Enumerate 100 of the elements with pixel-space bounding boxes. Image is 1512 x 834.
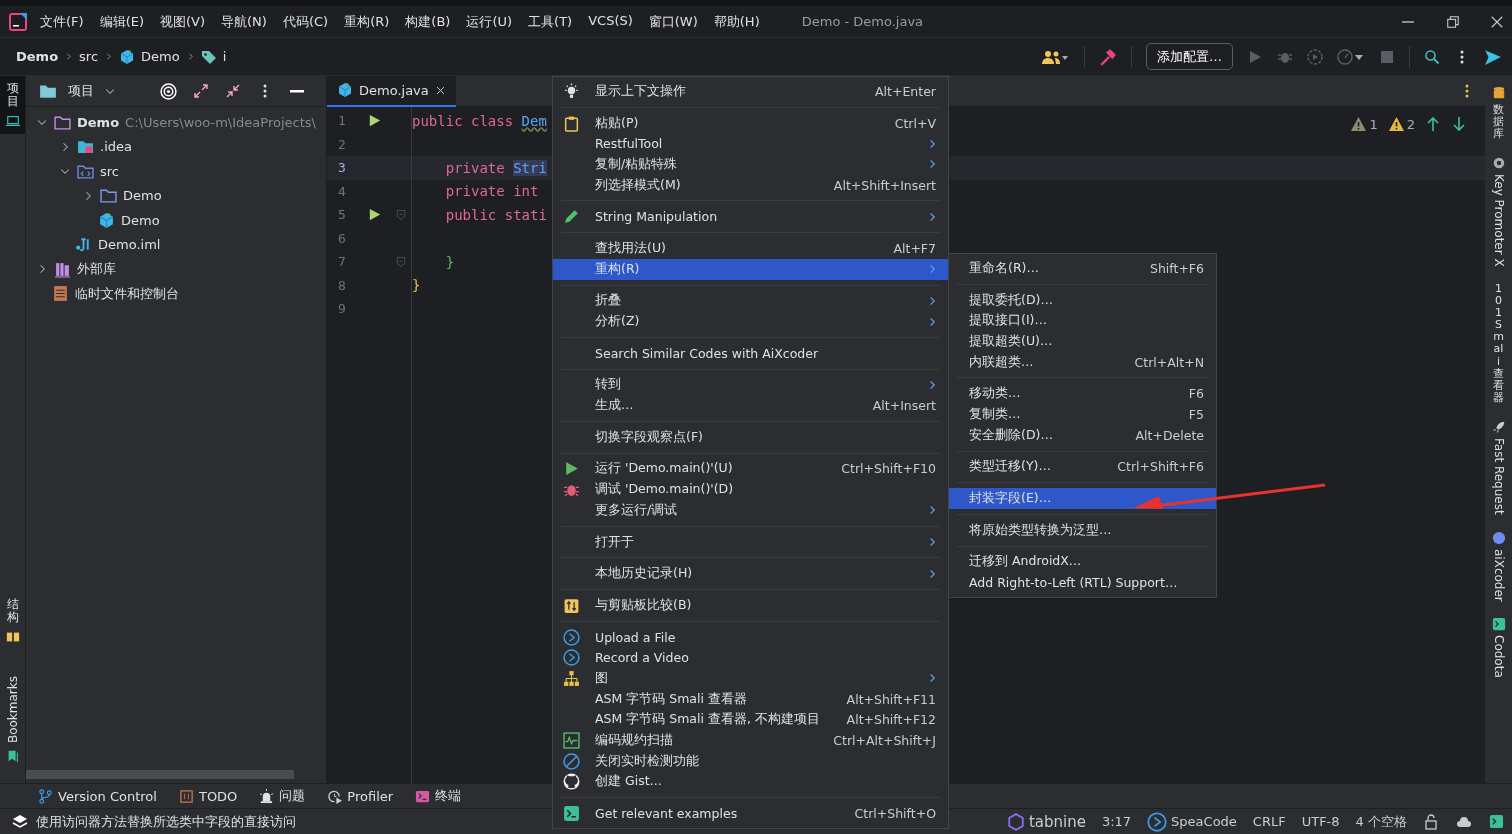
menu-item[interactable]: 关闭实时检测功能	[553, 750, 948, 772]
tree-item[interactable]: Demo	[26, 208, 326, 233]
menu-item[interactable]: 复制类… F5	[949, 404, 1216, 425]
menu-item[interactable]: Upload a File	[553, 626, 948, 648]
menu-item[interactable]: 分析(Z)	[553, 311, 948, 332]
menu-item[interactable]: 图	[553, 668, 948, 689]
menu-item[interactable]: 类型迁移(Y)… Ctrl+Shift+F6	[949, 456, 1216, 478]
menu-item[interactable]: 封装字段(E)…	[949, 488, 1216, 509]
tool-window-button[interactable]: Profiler	[327, 788, 394, 804]
menu-item[interactable]: 帮助(H)	[711, 10, 762, 33]
menu-item[interactable]: VCS(S)	[586, 10, 635, 33]
menu-item[interactable]: 本地历史记录(H)	[553, 563, 948, 585]
menu-item[interactable]: 构建(B)	[403, 10, 453, 33]
menu-item[interactable]: 创建 Gist…	[553, 771, 948, 793]
menu-item[interactable]: 工具(T)	[526, 10, 575, 33]
tool-window-button[interactable]: 终端	[415, 787, 462, 805]
menu-item[interactable]: 转到	[553, 374, 948, 396]
menu-item[interactable]: 导航(N)	[219, 10, 269, 33]
hammer-icon[interactable]	[1099, 47, 1117, 66]
tree-item[interactable]: Demo.iml	[26, 232, 326, 257]
app-logo-icon[interactable]	[8, 11, 28, 32]
close-icon[interactable]	[434, 84, 446, 96]
tool-window-tab[interactable]: Fast Request	[1491, 419, 1506, 515]
expand-icon[interactable]	[193, 83, 209, 99]
tree-item[interactable]: .idea	[26, 134, 326, 159]
panel-title[interactable]: 项目	[68, 82, 94, 100]
menu-item[interactable]: 移动类… F6	[949, 383, 1216, 405]
menu-item[interactable]: 迁移到 AndroidX…	[949, 551, 1216, 573]
menu-item[interactable]: 显示上下文操作 Alt+Enter	[553, 81, 948, 102]
tool-window-button[interactable]: TODO	[178, 788, 238, 804]
restore-icon[interactable]	[1446, 14, 1460, 29]
menu-item[interactable]: 与剪贴板比较(B)	[553, 595, 948, 616]
menu-item[interactable]: 编辑(E)	[97, 10, 146, 33]
menu-item[interactable]: 重命名(R)… Shift+F6	[949, 258, 1216, 279]
arrow-up-icon[interactable]	[1425, 116, 1441, 132]
scrollbar[interactable]	[26, 770, 294, 779]
breadcrumb[interactable]: Demo	[16, 49, 59, 64]
breadcrumb[interactable]: Demo	[141, 49, 180, 64]
tool-window-tab[interactable]: 结构	[0, 591, 25, 650]
menu-item[interactable]: 复制/粘贴特殊	[553, 154, 948, 175]
stop-icon[interactable]	[1379, 48, 1395, 65]
tool-window-tab[interactable]: 101 Smali查看器	[1493, 283, 1504, 404]
menu-item[interactable]: 代码(C)	[280, 10, 331, 33]
menu-item[interactable]: 重构(R)	[342, 10, 392, 33]
add-configuration-button[interactable]: 添加配置…	[1146, 43, 1233, 70]
search-icon[interactable]	[1424, 48, 1440, 65]
status-item[interactable]: tabnine	[1006, 812, 1086, 831]
menu-item[interactable]: 将原始类型转换为泛型…	[949, 519, 1216, 541]
file-tab[interactable]: Demo.java	[327, 75, 456, 107]
menu-item[interactable]: 提取委托(D)…	[949, 289, 1216, 311]
menu-item[interactable]: Get relevant examples Ctrl+Shift+O	[553, 803, 948, 824]
status-item[interactable]: UTF-8	[1301, 814, 1340, 829]
menu-item[interactable]: Add Right-to-Left (RTL) Support…	[949, 572, 1216, 593]
collapse-icon[interactable]	[225, 83, 241, 99]
menu-item[interactable]: 安全删除(D)… Alt+Delete	[949, 424, 1216, 446]
menu-item[interactable]: 提取超类(U)…	[949, 331, 1216, 352]
menu-item[interactable]: 粘贴(P) Ctrl+V	[553, 112, 948, 134]
menu-item[interactable]: Record a Video	[553, 647, 948, 669]
breadcrumb[interactable]: i	[222, 49, 227, 64]
tree-item[interactable]: src	[26, 159, 326, 184]
gauge-icon[interactable]	[1337, 48, 1365, 65]
inspection-counter[interactable]: 1	[1350, 116, 1378, 132]
status-item[interactable]: 4 个空格	[1355, 812, 1407, 831]
tool-window-button[interactable]: 问题	[259, 787, 306, 805]
inspection-counter[interactable]: 2	[1387, 116, 1415, 132]
terminal-icon[interactable]	[1489, 814, 1504, 829]
menu-item[interactable]: 打开于	[553, 531, 948, 553]
tree-item[interactable]: Demo	[26, 183, 326, 208]
menu-item[interactable]: 生成… Alt+Insert	[553, 395, 948, 416]
menu-item[interactable]: 折叠	[553, 290, 948, 312]
menu-item[interactable]: 提取接口(I)…	[949, 310, 1216, 332]
tool-window-button[interactable]: Version Control	[38, 788, 157, 804]
menu-item[interactable]: 切换字段观察点(F)	[553, 426, 948, 448]
menu-item[interactable]: 文件(F)	[38, 10, 86, 33]
menu-item[interactable]: String Manipulation	[553, 206, 948, 228]
tree-item[interactable]: 临时文件和控制台	[26, 281, 326, 306]
menu-item[interactable]: Search Similar Codes with AiXcoder	[553, 342, 948, 364]
close-icon[interactable]	[1490, 14, 1504, 29]
status-item[interactable]: CRLF	[1252, 814, 1286, 829]
menu-item[interactable]: RestfulTool	[553, 133, 948, 155]
tool-window-tab[interactable]: Codota	[1491, 617, 1506, 679]
plugin-logo-icon[interactable]	[1484, 47, 1502, 66]
menu-item[interactable]: ASM 字节码 Smali 查看器, 不构建项目 Alt+Shift+F12	[553, 709, 948, 731]
menu-item[interactable]: 更多运行/调试	[553, 500, 948, 521]
menu-item[interactable]: 查找用法(U) Alt+F7	[553, 238, 948, 259]
menu-item[interactable]: 重构(R)	[553, 258, 948, 280]
tree-item[interactable]: Demo C:\Users\woo-m\IdeaProjects\	[26, 110, 326, 135]
menu-item[interactable]: 编码规约扫描 Ctrl+Alt+Shift+J	[553, 730, 948, 751]
menu-item[interactable]: 运行 'Demo.main()'(U) Ctrl+Shift+F10	[553, 458, 948, 480]
tool-window-tab[interactable]: Key Promoter X	[1491, 156, 1506, 267]
menu-item[interactable]: 运行(U)	[464, 10, 515, 33]
people-icon[interactable]	[1042, 48, 1070, 65]
menu-item[interactable]: 内联超类… Ctrl+Alt+N	[949, 351, 1216, 373]
menu-item[interactable]: 调试 'Demo.main()'(D)	[553, 479, 948, 500]
menu-item[interactable]: ASM 字节码 Smali 查看器 Alt+Shift+F11	[553, 688, 948, 710]
menu-item[interactable]: 视图(V)	[158, 10, 208, 33]
arrow-down-icon[interactable]	[1451, 116, 1467, 132]
tool-window-tab[interactable]: 项目	[0, 76, 25, 135]
tree-item[interactable]: 外部库	[26, 257, 326, 282]
breadcrumb[interactable]: src	[79, 49, 99, 64]
